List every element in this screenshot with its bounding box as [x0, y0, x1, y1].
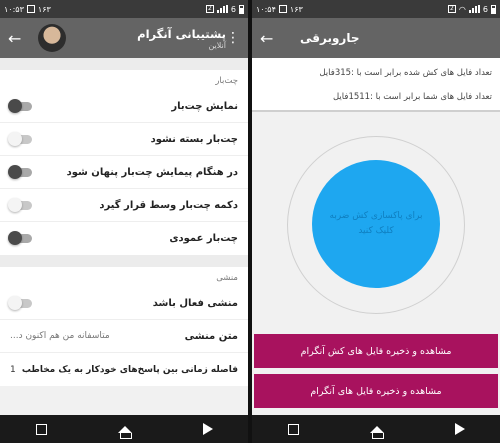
notif-icon — [278, 5, 287, 13]
toggle-switch[interactable] — [8, 164, 32, 179]
sim-icon: 2 — [205, 5, 214, 13]
kebab-menu-icon[interactable]: ⋮ — [226, 30, 240, 46]
page-title: جاروبرقی — [300, 31, 360, 45]
battery-text: 6 — [482, 4, 488, 14]
settings-list: چت‌بار نمایش چت‌بار چت‌بار بسته نشود در … — [0, 58, 248, 415]
interval-row[interactable]: فاصله زمانی بین پاسخ‌های خودکار به یک مخ… — [0, 353, 248, 386]
settings-screen: ۱۰:۵۳ ۱۶۳ 2 6 ← پشتیبانی آنگرام آنلاین ⋮… — [0, 0, 248, 443]
toggle-label: منشی فعال باشد — [152, 297, 238, 309]
secretary-text-label: متن منشی — [184, 330, 238, 342]
view-cache-files-button[interactable]: مشاهده و ذخیره فایل های کش آنگرام — [254, 334, 498, 368]
toggle-switch[interactable] — [8, 131, 32, 146]
toggle-label: چت‌بار عمودی — [169, 233, 238, 244]
notif-count: ۱۶۳ — [289, 4, 303, 14]
toggle-switch[interactable] — [8, 231, 32, 245]
wifi-icon: ◠ — [458, 4, 466, 14]
toggle-switch[interactable] — [8, 197, 32, 212]
time-text: ۱۰:۵۳ — [4, 4, 24, 14]
clean-area: برای پاکسازی کش ضربه کلیک کنید — [252, 112, 500, 372]
cleaner-content: تعداد فایل های کش شده برابر است با :315ف… — [252, 58, 500, 415]
time-text: ۱۰:۵۴ — [256, 4, 276, 14]
nav-bar — [252, 415, 500, 443]
clean-cache-text: برای پاکسازی کش ضربه کلیک کنید — [329, 211, 423, 236]
clean-cache-button[interactable]: برای پاکسازی کش ضربه کلیک کنید — [312, 160, 440, 288]
toggle-switch[interactable] — [8, 98, 32, 113]
toggle-label: نمایش چت‌بار — [171, 100, 238, 112]
triangle-back-icon[interactable] — [202, 423, 213, 435]
square-icon[interactable] — [287, 423, 299, 435]
notif-icon — [26, 5, 35, 13]
secretary-text-row[interactable]: متن منشی متاسفانه من هم اکنون د... — [0, 320, 248, 353]
toggle-row-show-chatbar[interactable]: نمایش چت‌بار — [0, 90, 248, 123]
toggle-label: چت‌بار بسته نشود — [150, 133, 238, 145]
home-icon[interactable] — [117, 425, 132, 439]
interval-value: 1 — [10, 364, 16, 375]
avatar[interactable] — [38, 24, 66, 52]
signal-icon — [216, 5, 228, 13]
section-title-chatbar: چت‌بار — [215, 76, 238, 86]
sim-icon: 2 — [447, 5, 456, 13]
status-bar: ۱۰:۵۴ ۱۶۳ 2 ◠ 6 — [252, 0, 500, 18]
square-icon[interactable] — [35, 423, 47, 435]
back-arrow-icon[interactable]: ← — [8, 29, 32, 48]
toggle-switch[interactable] — [8, 295, 32, 310]
triangle-back-icon[interactable] — [454, 423, 465, 435]
home-icon[interactable] — [369, 425, 384, 439]
view-files-button[interactable]: مشاهده و ذخیره فایل های آنگرام — [254, 374, 498, 408]
chatbar-section: چت‌بار نمایش چت‌بار چت‌بار بسته نشود در … — [0, 70, 248, 255]
battery-icon — [239, 4, 244, 14]
toggle-row-secretary-active[interactable]: منشی فعال باشد — [0, 287, 248, 320]
battery-icon — [491, 4, 496, 14]
back-arrow-icon[interactable]: ← — [260, 29, 284, 48]
chat-subtitle: آنلاین — [208, 40, 226, 50]
cache-info: تعداد فایل های کش شده برابر است با :315ف… — [252, 58, 500, 112]
toggle-row-vertical[interactable]: چت‌بار عمودی — [0, 222, 248, 255]
interval-label: فاصله زمانی بین پاسخ‌های خودکار به یک مخ… — [21, 364, 238, 375]
battery-text: 6 — [230, 4, 236, 14]
chat-title-block: پشتیبانی آنگرام آنلاین — [66, 27, 226, 50]
signal-icon — [468, 5, 480, 13]
cleaner-screen: ۱۰:۵۴ ۱۶۳ 2 ◠ 6 ← جاروبرقی تعداد فایل ها… — [252, 0, 500, 443]
secretary-section: منشی منشی فعال باشد متن منشی متاسفانه من… — [0, 267, 248, 386]
nav-bar — [0, 415, 248, 443]
toggle-row-keep-open[interactable]: چت‌بار بسته نشود — [0, 123, 248, 156]
cached-files-count: تعداد فایل های کش شده برابر است با :315ف… — [319, 68, 492, 78]
toggle-label: در هنگام پیمایش چت‌بار پنهان شود — [66, 166, 238, 178]
notif-count: ۱۶۳ — [37, 4, 51, 14]
section-title-secretary: منشی — [216, 273, 238, 283]
chat-title: پشتیبانی آنگرام — [137, 26, 226, 41]
toggle-row-center-button[interactable]: دکمه چت‌بار وسط قرار گیرد — [0, 189, 248, 222]
secretary-text-value: متاسفانه من هم اکنون د... — [10, 331, 110, 341]
status-bar: ۱۰:۵۳ ۱۶۳ 2 6 — [0, 0, 248, 18]
chat-app-bar: ← پشتیبانی آنگرام آنلاین ⋮ — [0, 18, 248, 58]
total-files-count: تعداد فایل های شما برابر است با :1511فای… — [332, 92, 492, 102]
cleaner-app-bar: ← جاروبرقی — [252, 18, 500, 58]
toggle-label: دکمه چت‌بار وسط قرار گیرد — [99, 199, 238, 211]
toggle-row-hide-on-scroll[interactable]: در هنگام پیمایش چت‌بار پنهان شود — [0, 156, 248, 189]
